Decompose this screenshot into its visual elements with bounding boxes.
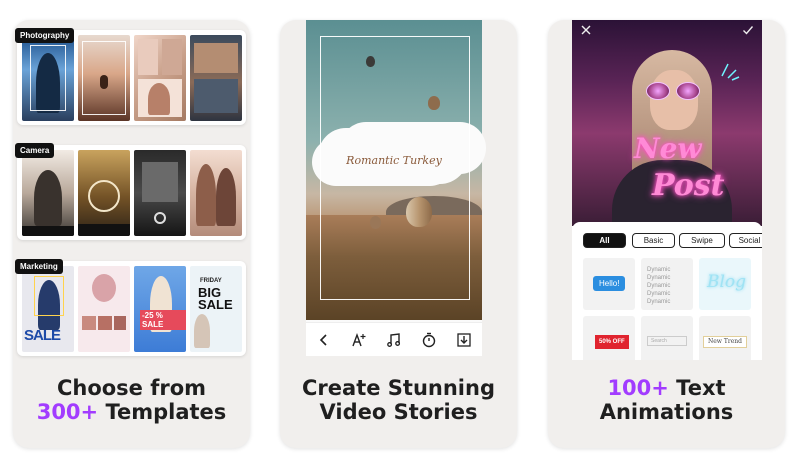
text-style-icon[interactable] [348,329,370,351]
friday-text: FRIDAY [200,278,222,284]
big-sale-text: BIG SALE [198,285,233,312]
frame-border [320,36,470,300]
template-thumb[interactable]: -25 % SALE [134,266,186,352]
camera-panel[interactable]: Camera [15,143,246,240]
back-icon[interactable] [313,329,335,351]
animation-tile[interactable]: Blog [699,258,751,310]
caption-rest: Text [668,376,726,400]
filter-basic[interactable]: Basic [632,233,675,248]
caption-line1: Choose from [56,376,207,400]
template-thumb[interactable] [22,35,74,121]
template-thumb[interactable] [78,266,130,352]
video-stories-card: Romantic Turkey Create Stunning Video St… [280,20,517,448]
filter-all[interactable]: All [583,233,626,248]
template-thumb[interactable] [78,35,130,121]
template-thumb[interactable] [190,150,242,236]
sale-text: SALE [24,327,61,344]
photography-panel[interactable]: Photography [15,28,246,125]
template-thumb[interactable] [190,35,242,121]
caption-line1: 100+ Text [548,376,785,400]
download-icon[interactable] [453,329,475,351]
video-preview[interactable]: Romantic Turkey [306,20,482,356]
template-thumb[interactable]: FRIDAY BIG SALE [190,266,242,352]
new-trend-label: New Trend [703,336,747,348]
templates-card: Photography Camera Marketing SALE -25 % … [13,20,250,448]
template-thumb[interactable] [78,150,130,236]
text-editor-screen: New Post All Basic Swipe Social Hello! D… [572,20,762,360]
template-thumb[interactable] [134,35,186,121]
caption-line2: Video Stories [319,400,478,424]
animation-tile[interactable]: 50% OFF [583,316,635,360]
neon-text-new[interactable]: New [634,132,702,165]
caption-line1: Create Stunning [302,376,495,400]
hello-bubble: Hello! [593,276,626,291]
discount-badge: 50% OFF [595,335,629,349]
template-thumb[interactable] [134,150,186,236]
filter-social[interactable]: Social [729,233,762,248]
timer-icon[interactable] [418,329,440,351]
animation-tile[interactable]: Search [641,316,693,360]
caption-line2: Animations [599,400,734,424]
animation-tile[interactable]: Dynamic Dynamic Dynamic Dynamic Dynamic [641,258,693,310]
neon-text-post[interactable]: Post [652,168,725,203]
search-field-preview: Search [647,336,687,346]
template-thumb[interactable] [22,150,74,236]
caption-accent: 100+ [607,376,669,400]
animation-tile[interactable]: Hello! [583,258,635,310]
promo-stage: Photography Camera Marketing SALE -25 % … [0,0,800,461]
blog-text: Blog [707,272,747,292]
photography-tag: Photography [15,28,75,43]
dynamic-text: Dynamic Dynamic Dynamic Dynamic Dynamic [647,267,671,305]
close-icon[interactable] [580,24,592,36]
check-icon[interactable] [742,24,754,36]
caption-accent: 300+ [36,400,99,424]
caption-line2: 300+ Templates [13,400,250,424]
caption-rest: Templates [98,400,227,424]
text-animations-card: New Post All Basic Swipe Social Hello! D… [548,20,785,448]
animation-sheet: All Basic Swipe Social Hello! Dynamic Dy… [572,222,762,360]
filter-swipe[interactable]: Swipe [679,233,725,248]
template-thumb[interactable]: SALE [22,266,74,352]
text-animations-caption: 100+ Text Animations [548,376,785,424]
camera-tag: Camera [15,143,55,158]
editor-toolbar [306,322,482,356]
templates-caption: Choose from 300+ Templates [13,376,250,424]
neon-photo: New Post [572,20,762,230]
marketing-panel[interactable]: Marketing SALE -25 % SALE FRIDAY BIG SAL… [15,259,246,356]
animation-tile[interactable]: New Trend [699,316,751,360]
video-caption: Create Stunning Video Stories [280,376,517,424]
marketing-tag: Marketing [15,259,63,274]
sparkle-icon [721,63,740,81]
percent-sale-text: -25 % SALE [140,310,186,330]
music-icon[interactable] [383,329,405,351]
